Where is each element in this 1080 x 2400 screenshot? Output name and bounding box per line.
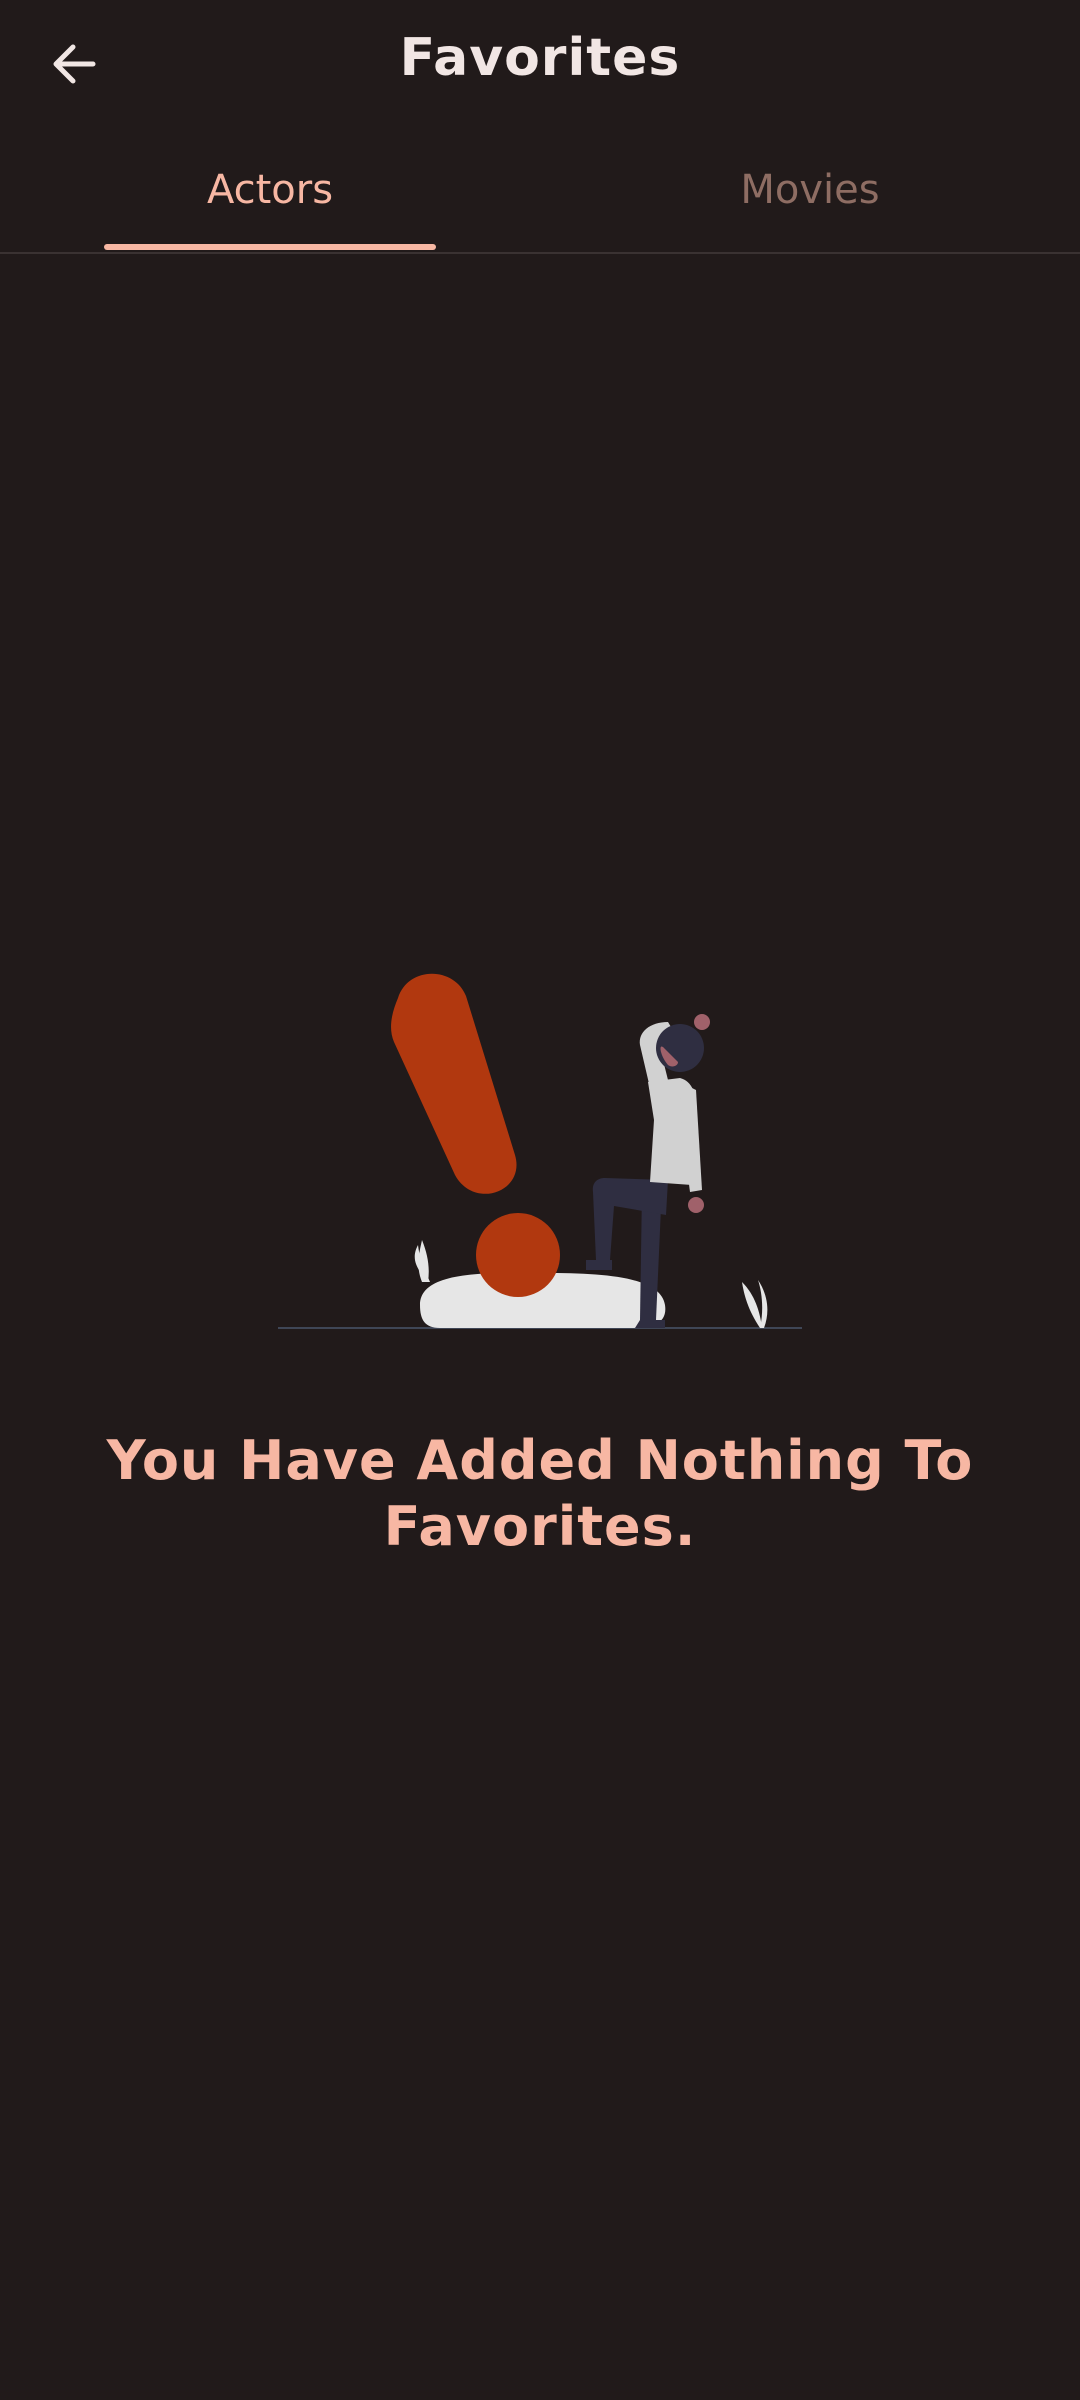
page-title: Favorites (399, 28, 681, 88)
tab-movies[interactable]: Movies (540, 128, 1080, 252)
active-tab-indicator (104, 244, 436, 250)
favorites-screen: Favorites Actors Movies You Have Added N… (0, 0, 1080, 2400)
exclamation-person-illustration (278, 973, 802, 1329)
empty-state-message: You Have Added Nothing To Favorites. (106, 1429, 974, 1558)
tab-actors[interactable]: Actors (0, 128, 540, 252)
tab-bar: Actors Movies (0, 128, 1080, 254)
top-app-bar: Favorites (0, 0, 1080, 128)
